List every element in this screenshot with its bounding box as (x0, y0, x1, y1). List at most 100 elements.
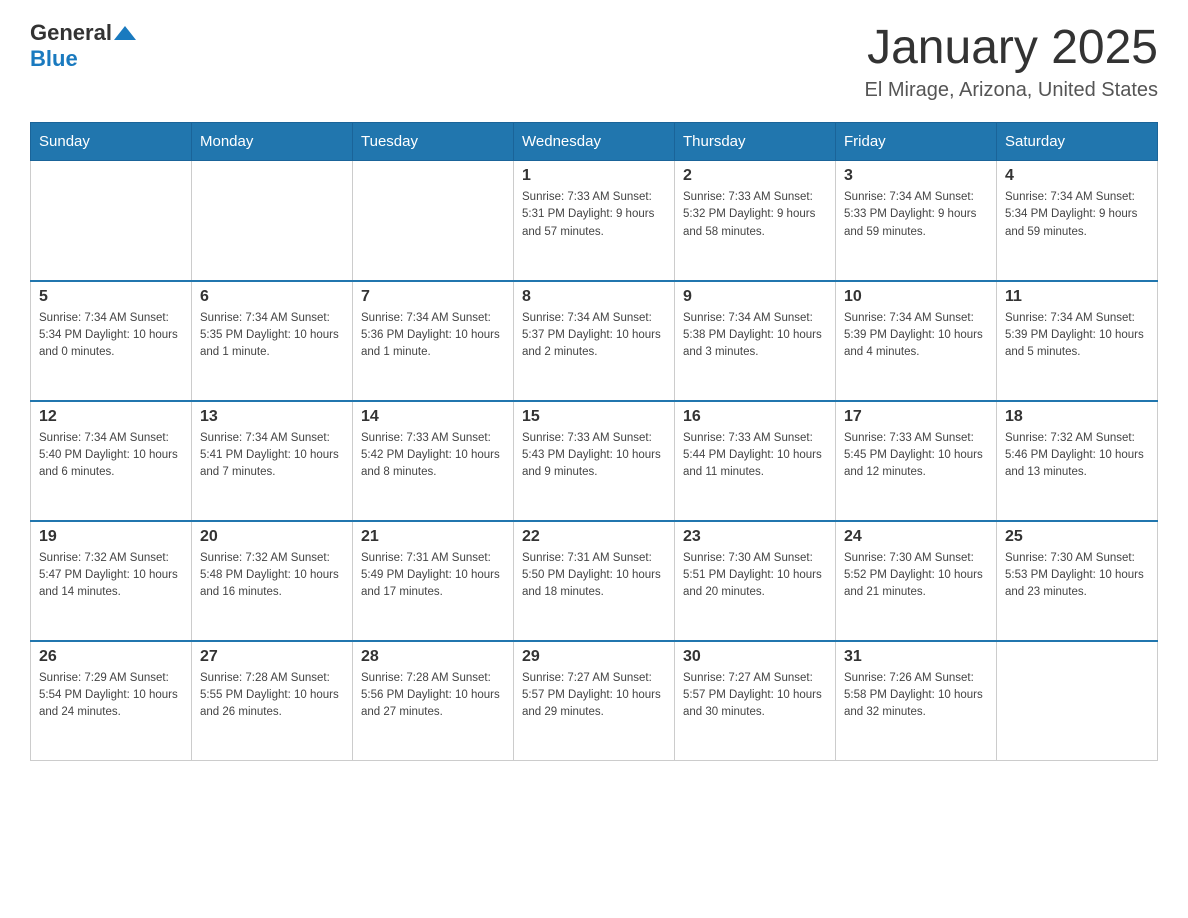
calendar-cell: 25 Sunrise: 7:30 AM Sunset: 5:53 PM Dayli… (997, 521, 1158, 641)
day-number: 25 (1005, 528, 1149, 546)
calendar-cell: 8 Sunrise: 7:34 AM Sunset: 5:37 PM Daylig… (514, 281, 675, 401)
calendar-cell: 11 Sunrise: 7:34 AM Sunset: 5:39 PM Dayli… (997, 281, 1158, 401)
day-number: 30 (683, 648, 827, 666)
day-info: Sunrise: 7:31 AM Sunset: 5:49 PM Dayligh… (361, 550, 505, 602)
calendar-cell: 23 Sunrise: 7:30 AM Sunset: 5:51 PM Dayli… (675, 521, 836, 641)
calendar-cell: 14Sunrise: 7:33 AM Sunset: 5:42 PM Dayli… (353, 401, 514, 521)
day-number: 8 (522, 288, 666, 306)
logo-arrow-icon (114, 22, 136, 44)
calendar-cell: 7Sunrise: 7:34 AM Sunset: 5:36 PM Daylig… (353, 281, 514, 401)
day-number: 18 (1005, 408, 1149, 426)
day-number: 10 (844, 288, 988, 306)
day-info: Sunrise: 7:34 AM Sunset: 5:39 PM Dayligh… (1005, 310, 1149, 362)
calendar-cell: 18 Sunrise: 7:32 AM Sunset: 5:46 PM Dayli… (997, 401, 1158, 521)
day-info: Sunrise: 7:34 AM Sunset: 5:41 PM Dayligh… (200, 430, 344, 482)
day-number: 5 (39, 288, 183, 306)
logo: General Blue (30, 20, 136, 72)
calendar-cell: 16Sunrise: 7:33 AM Sunset: 5:44 PM Dayli… (675, 401, 836, 521)
day-number: 14 (361, 408, 505, 426)
calendar-week-row: 5 Sunrise: 7:34 AM Sunset: 5:34 PM Daylig… (31, 281, 1158, 401)
calendar-week-row: 26 Sunrise: 7:29 AM Sunset: 5:54 PM Dayli… (31, 641, 1158, 761)
day-number: 13 (200, 408, 344, 426)
day-number: 21 (361, 528, 505, 546)
column-header-monday: Monday (192, 123, 353, 161)
calendar-cell: 24 Sunrise: 7:30 AM Sunset: 5:52 PM Dayli… (836, 521, 997, 641)
day-number: 2 (683, 167, 827, 185)
day-info: Sunrise: 7:34 AM Sunset: 5:33 PM Dayligh… (844, 189, 988, 241)
day-number: 11 (1005, 288, 1149, 306)
calendar-cell: 27 Sunrise: 7:28 AM Sunset: 5:55 PM Dayli… (192, 641, 353, 761)
day-number: 24 (844, 528, 988, 546)
day-info: Sunrise: 7:33 AM Sunset: 5:31 PM Dayligh… (522, 189, 666, 241)
calendar-cell: 4 Sunrise: 7:34 AM Sunset: 5:34 PM Daylig… (997, 161, 1158, 281)
calendar-week-row: 1 Sunrise: 7:33 AM Sunset: 5:31 PM Daylig… (31, 161, 1158, 281)
day-info: Sunrise: 7:28 AM Sunset: 5:56 PM Dayligh… (361, 670, 505, 722)
day-number: 29 (522, 648, 666, 666)
day-number: 9 (683, 288, 827, 306)
day-number: 26 (39, 648, 183, 666)
calendar-cell: 9Sunrise: 7:34 AM Sunset: 5:38 PM Daylig… (675, 281, 836, 401)
day-info: Sunrise: 7:33 AM Sunset: 5:45 PM Dayligh… (844, 430, 988, 482)
calendar-cell: 2 Sunrise: 7:33 AM Sunset: 5:32 PM Daylig… (675, 161, 836, 281)
calendar-cell: 10 Sunrise: 7:34 AM Sunset: 5:39 PM Dayli… (836, 281, 997, 401)
day-info: Sunrise: 7:28 AM Sunset: 5:55 PM Dayligh… (200, 670, 344, 722)
calendar-week-row: 19Sunrise: 7:32 AM Sunset: 5:47 PM Dayli… (31, 521, 1158, 641)
logo-text-blue: Blue (30, 46, 78, 71)
column-header-saturday: Saturday (997, 123, 1158, 161)
day-info: Sunrise: 7:34 AM Sunset: 5:37 PM Dayligh… (522, 310, 666, 362)
calendar-cell: 19Sunrise: 7:32 AM Sunset: 5:47 PM Dayli… (31, 521, 192, 641)
calendar-cell: 21 Sunrise: 7:31 AM Sunset: 5:49 PM Dayli… (353, 521, 514, 641)
day-info: Sunrise: 7:34 AM Sunset: 5:39 PM Dayligh… (844, 310, 988, 362)
day-info: Sunrise: 7:30 AM Sunset: 5:51 PM Dayligh… (683, 550, 827, 602)
calendar-title: January 2025 (865, 20, 1158, 75)
day-info: Sunrise: 7:32 AM Sunset: 5:46 PM Dayligh… (1005, 430, 1149, 482)
day-info: Sunrise: 7:32 AM Sunset: 5:48 PM Dayligh… (200, 550, 344, 602)
calendar-cell: 31Sunrise: 7:26 AM Sunset: 5:58 PM Dayli… (836, 641, 997, 761)
calendar-cell: 3 Sunrise: 7:34 AM Sunset: 5:33 PM Daylig… (836, 161, 997, 281)
day-info: Sunrise: 7:31 AM Sunset: 5:50 PM Dayligh… (522, 550, 666, 602)
day-info: Sunrise: 7:34 AM Sunset: 5:35 PM Dayligh… (200, 310, 344, 362)
page-header: General Blue January 2025 El Mirage, Ari… (30, 20, 1158, 102)
calendar-cell: 6Sunrise: 7:34 AM Sunset: 5:35 PM Daylig… (192, 281, 353, 401)
logo-text-general: General (30, 20, 112, 46)
calendar-cell: 29 Sunrise: 7:27 AM Sunset: 5:57 PM Dayli… (514, 641, 675, 761)
day-number: 12 (39, 408, 183, 426)
calendar-table: SundayMondayTuesdayWednesdayThursdayFrid… (30, 122, 1158, 761)
day-info: Sunrise: 7:34 AM Sunset: 5:40 PM Dayligh… (39, 430, 183, 482)
column-header-thursday: Thursday (675, 123, 836, 161)
day-info: Sunrise: 7:33 AM Sunset: 5:32 PM Dayligh… (683, 189, 827, 241)
day-number: 7 (361, 288, 505, 306)
calendar-cell: 13 Sunrise: 7:34 AM Sunset: 5:41 PM Dayli… (192, 401, 353, 521)
day-info: Sunrise: 7:32 AM Sunset: 5:47 PM Dayligh… (39, 550, 183, 602)
day-number: 22 (522, 528, 666, 546)
day-info: Sunrise: 7:30 AM Sunset: 5:52 PM Dayligh… (844, 550, 988, 602)
calendar-header-row: SundayMondayTuesdayWednesdayThursdayFrid… (31, 123, 1158, 161)
day-info: Sunrise: 7:34 AM Sunset: 5:34 PM Dayligh… (1005, 189, 1149, 241)
calendar-cell (997, 641, 1158, 761)
column-header-tuesday: Tuesday (353, 123, 514, 161)
calendar-cell: 30 Sunrise: 7:27 AM Sunset: 5:57 PM Dayli… (675, 641, 836, 761)
calendar-cell: 1 Sunrise: 7:33 AM Sunset: 5:31 PM Daylig… (514, 161, 675, 281)
calendar-week-row: 12 Sunrise: 7:34 AM Sunset: 5:40 PM Dayli… (31, 401, 1158, 521)
day-number: 3 (844, 167, 988, 185)
calendar-cell (353, 161, 514, 281)
day-info: Sunrise: 7:34 AM Sunset: 5:34 PM Dayligh… (39, 310, 183, 362)
calendar-subtitle: El Mirage, Arizona, United States (865, 79, 1158, 102)
calendar-cell: 26 Sunrise: 7:29 AM Sunset: 5:54 PM Dayli… (31, 641, 192, 761)
day-info: Sunrise: 7:33 AM Sunset: 5:43 PM Dayligh… (522, 430, 666, 482)
day-info: Sunrise: 7:30 AM Sunset: 5:53 PM Dayligh… (1005, 550, 1149, 602)
day-info: Sunrise: 7:29 AM Sunset: 5:54 PM Dayligh… (39, 670, 183, 722)
day-number: 23 (683, 528, 827, 546)
day-info: Sunrise: 7:33 AM Sunset: 5:44 PM Dayligh… (683, 430, 827, 482)
day-info: Sunrise: 7:27 AM Sunset: 5:57 PM Dayligh… (522, 670, 666, 722)
calendar-cell: 20 Sunrise: 7:32 AM Sunset: 5:48 PM Dayli… (192, 521, 353, 641)
day-number: 4 (1005, 167, 1149, 185)
title-section: January 2025 El Mirage, Arizona, United … (865, 20, 1158, 102)
calendar-cell: 5 Sunrise: 7:34 AM Sunset: 5:34 PM Daylig… (31, 281, 192, 401)
day-number: 1 (522, 167, 666, 185)
day-number: 27 (200, 648, 344, 666)
day-info: Sunrise: 7:27 AM Sunset: 5:57 PM Dayligh… (683, 670, 827, 722)
day-number: 20 (200, 528, 344, 546)
day-number: 31 (844, 648, 988, 666)
calendar-cell: 15Sunrise: 7:33 AM Sunset: 5:43 PM Dayli… (514, 401, 675, 521)
